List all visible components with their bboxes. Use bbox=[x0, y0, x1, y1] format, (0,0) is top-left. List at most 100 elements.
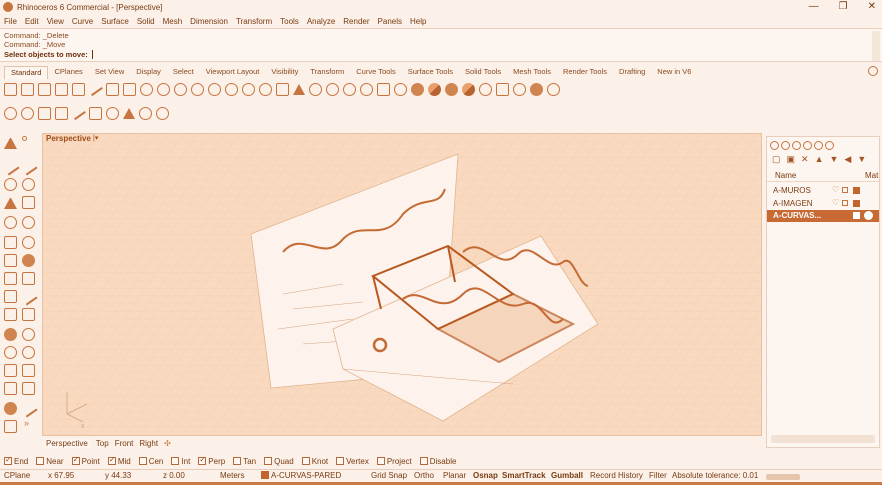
rectangle-icon[interactable] bbox=[22, 196, 35, 209]
cut-icon[interactable] bbox=[88, 82, 103, 96]
minimize-button[interactable]: — bbox=[809, 0, 819, 14]
checkbox[interactable] bbox=[4, 455, 12, 465]
column-material[interactable]: Mat bbox=[865, 171, 878, 180]
scale-icon[interactable] bbox=[22, 364, 35, 377]
add-viewport-icon[interactable]: ✣ bbox=[164, 439, 171, 448]
checkbox[interactable] bbox=[171, 457, 180, 465]
tab-surface-tools[interactable]: Surface Tools bbox=[402, 66, 459, 78]
named-views-icon[interactable] bbox=[55, 106, 68, 120]
move-left-icon[interactable]: ◀ bbox=[844, 154, 851, 165]
layer-lock-icon[interactable] bbox=[842, 200, 848, 206]
layer-lock-icon[interactable] bbox=[842, 187, 848, 193]
hide-icon[interactable] bbox=[326, 82, 339, 96]
osnap-project[interactable]: Project bbox=[376, 457, 412, 466]
filter-icon[interactable] bbox=[71, 106, 86, 120]
viewport-title[interactable]: Perspective bbox=[46, 134, 91, 143]
teapot-icon[interactable] bbox=[21, 106, 34, 120]
viewport-tab-perspective[interactable]: Perspective bbox=[44, 439, 90, 448]
print-icon[interactable] bbox=[55, 82, 68, 96]
menu-tools[interactable]: Tools bbox=[280, 17, 299, 26]
menu-render[interactable]: Render bbox=[343, 17, 369, 26]
status-smarttrack[interactable]: SmartTrack bbox=[502, 471, 546, 480]
sphere-icon[interactable] bbox=[22, 254, 35, 267]
menu-analyze[interactable]: Analyze bbox=[307, 17, 335, 26]
material-icon[interactable] bbox=[445, 82, 458, 96]
layer-row-a-curvas[interactable]: A-CURVAS... bbox=[767, 210, 879, 222]
osnap-perp[interactable]: Perp bbox=[198, 455, 225, 466]
checkbox[interactable] bbox=[233, 457, 242, 465]
layer-color-swatch[interactable] bbox=[853, 212, 860, 219]
floating-viewport-icon[interactable] bbox=[38, 106, 51, 120]
render-tab-icon[interactable] bbox=[803, 141, 812, 150]
menu-panels[interactable]: Panels bbox=[378, 17, 402, 26]
tab-render-tools[interactable]: Render Tools bbox=[557, 66, 613, 78]
osnap-tan[interactable]: Tan bbox=[233, 457, 256, 466]
tab-visibility[interactable]: Visibility bbox=[265, 66, 304, 78]
filter-layers-icon[interactable]: ▼ bbox=[857, 154, 866, 165]
osnap-disable[interactable]: Disable bbox=[419, 457, 456, 466]
dimension-icon[interactable] bbox=[4, 308, 17, 321]
viewport-tab-front[interactable]: Front bbox=[115, 439, 134, 448]
status-units[interactable]: Meters bbox=[220, 471, 244, 480]
gumball-icon[interactable] bbox=[513, 82, 526, 96]
zoom-selected-icon[interactable] bbox=[242, 82, 255, 96]
new-sublayer-icon[interactable]: ▣ bbox=[787, 154, 796, 165]
layer-visible-icon[interactable]: ♡ bbox=[832, 185, 839, 194]
rendered-icon[interactable] bbox=[428, 82, 441, 96]
ellipse-icon[interactable] bbox=[22, 178, 35, 191]
lock-icon[interactable] bbox=[377, 82, 390, 96]
status-filter[interactable]: Filter bbox=[649, 471, 667, 480]
polygon-icon[interactable] bbox=[4, 216, 17, 229]
layer-material-icon[interactable] bbox=[864, 211, 873, 220]
move-up-icon[interactable]: ▲ bbox=[815, 154, 824, 165]
layer-color-swatch[interactable] bbox=[853, 187, 860, 194]
render-object-icon[interactable] bbox=[4, 402, 17, 415]
command-prompt[interactable]: Select objects to move: bbox=[4, 50, 95, 59]
point-icon[interactable] bbox=[22, 136, 27, 141]
split-icon[interactable] bbox=[19, 287, 38, 306]
show-icon[interactable] bbox=[343, 82, 356, 96]
status-grid-snap[interactable]: Grid Snap bbox=[371, 471, 407, 480]
osnap-end[interactable]: End bbox=[4, 455, 28, 466]
array-icon[interactable] bbox=[4, 382, 17, 395]
osnap-cen[interactable]: Cen bbox=[138, 457, 163, 466]
tab-mesh-tools[interactable]: Mesh Tools bbox=[507, 66, 557, 78]
menu-file[interactable]: File bbox=[4, 17, 17, 26]
viewport-menu-chevron-icon[interactable]: |▾ bbox=[93, 134, 98, 142]
no-entry-icon[interactable] bbox=[139, 106, 152, 120]
menu-solid[interactable]: Solid bbox=[137, 17, 155, 26]
tab-viewport-layout[interactable]: Viewport Layout bbox=[200, 66, 266, 78]
extrude-icon[interactable] bbox=[22, 236, 35, 249]
curve-icon[interactable] bbox=[19, 157, 38, 176]
osnap-near[interactable]: Near bbox=[36, 457, 64, 466]
copy-icon[interactable] bbox=[106, 82, 119, 96]
new-file-icon[interactable] bbox=[4, 82, 17, 96]
box-icon[interactable] bbox=[4, 254, 17, 267]
zoom-extents-icon[interactable] bbox=[225, 82, 238, 96]
clipping-plane-icon[interactable] bbox=[89, 106, 102, 120]
status-ortho[interactable]: Ortho bbox=[414, 471, 434, 480]
checkbox[interactable] bbox=[138, 457, 147, 465]
layer-row-a-muros[interactable]: A-MUROS ♡ bbox=[767, 185, 879, 197]
text-object-icon[interactable] bbox=[4, 364, 17, 377]
menu-mesh[interactable]: Mesh bbox=[163, 17, 183, 26]
checkbox[interactable] bbox=[301, 457, 310, 465]
options-icon[interactable] bbox=[496, 82, 509, 96]
grid-options-icon[interactable] bbox=[4, 420, 17, 433]
column-name[interactable]: Name bbox=[775, 171, 796, 180]
help-tab-icon[interactable] bbox=[825, 141, 834, 150]
more-tools-icon[interactable]: » bbox=[24, 418, 37, 431]
checkbox[interactable] bbox=[71, 455, 80, 465]
open-file-icon[interactable] bbox=[21, 82, 34, 96]
text-icon[interactable] bbox=[22, 308, 35, 321]
environment-icon[interactable] bbox=[530, 82, 543, 96]
new-layer-icon[interactable]: ▢ bbox=[772, 154, 781, 165]
mesh-icon[interactable] bbox=[4, 272, 17, 285]
checkbox[interactable] bbox=[264, 457, 273, 465]
undo-view-icon[interactable] bbox=[259, 82, 272, 96]
tab-standard[interactable]: Standard bbox=[4, 65, 49, 79]
block-icon[interactable] bbox=[22, 328, 35, 341]
checkbox[interactable] bbox=[419, 457, 428, 465]
menu-help[interactable]: Help bbox=[410, 17, 426, 26]
osnap-knot[interactable]: Knot bbox=[301, 457, 328, 466]
